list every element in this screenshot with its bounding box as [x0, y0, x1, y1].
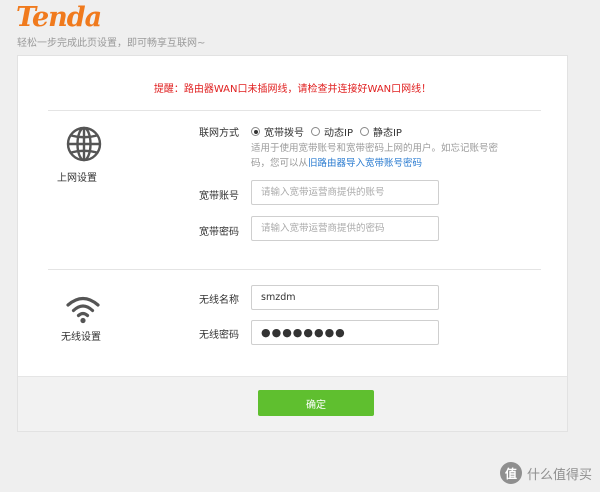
- watermark-badge: 值: [499, 462, 522, 484]
- card-footer: 确定: [18, 376, 567, 431]
- confirm-button[interactable]: 确定: [258, 390, 374, 416]
- radio-dhcp[interactable]: 动态IP: [311, 124, 353, 139]
- wifi-password-label: 无线密码: [199, 330, 239, 341]
- wifi-icon: [66, 296, 100, 324]
- radio-dhcp-label: 动态IP: [324, 128, 353, 139]
- wireless-settings-label: 无线设置: [61, 332, 101, 343]
- wan-alert: 提醒：路由器WAN口未插网线，请检查并连接好WAN口网线！: [153, 84, 432, 95]
- pppoe-password-input[interactable]: [251, 216, 439, 241]
- divider: [48, 269, 541, 270]
- radio-pppoe-label: 宽带拨号: [264, 128, 304, 139]
- radio-pppoe-circle[interactable]: [251, 127, 260, 136]
- internet-settings-label: 上网设置: [57, 173, 97, 184]
- radio-pppoe[interactable]: 宽带拨号: [251, 124, 304, 139]
- radio-static-circle[interactable]: [359, 127, 369, 136]
- watermark: 值 什么值得买: [499, 462, 592, 484]
- connection-type-group: 宽带拨号 动态IP 静态IP: [251, 124, 409, 139]
- ssid-input[interactable]: [251, 285, 439, 310]
- wifi-password-input[interactable]: [251, 320, 439, 345]
- ssid-label: 无线名称: [199, 295, 239, 306]
- radio-static[interactable]: 静态IP: [359, 124, 402, 139]
- tenda-logo: Tenda: [16, 2, 102, 33]
- tagline: 轻松一步完成此页设置，即可畅享互联网~: [17, 38, 206, 49]
- radio-dhcp-circle[interactable]: [311, 127, 320, 136]
- import-account-link[interactable]: 旧路由器导入宽带账号密码: [308, 158, 422, 169]
- pppoe-account-input[interactable]: [251, 180, 439, 205]
- globe-icon: [66, 126, 102, 162]
- watermark-text: 什么值得买: [526, 467, 592, 483]
- password-label: 宽带密码: [199, 227, 239, 238]
- connection-type-label: 联网方式: [199, 128, 239, 139]
- account-label: 宽带账号: [199, 191, 239, 202]
- setup-card: 提醒：路由器WAN口未插网线，请检查并连接好WAN口网线！ 上网设置 联网方式 …: [17, 55, 568, 432]
- pppoe-hint: 适用于使用宽带账号和宽带密码上网的用户。如忘记账号密码，您可以从旧路由器导入宽带…: [251, 141, 506, 171]
- divider: [48, 110, 541, 111]
- radio-static-label: 静态IP: [372, 128, 402, 139]
